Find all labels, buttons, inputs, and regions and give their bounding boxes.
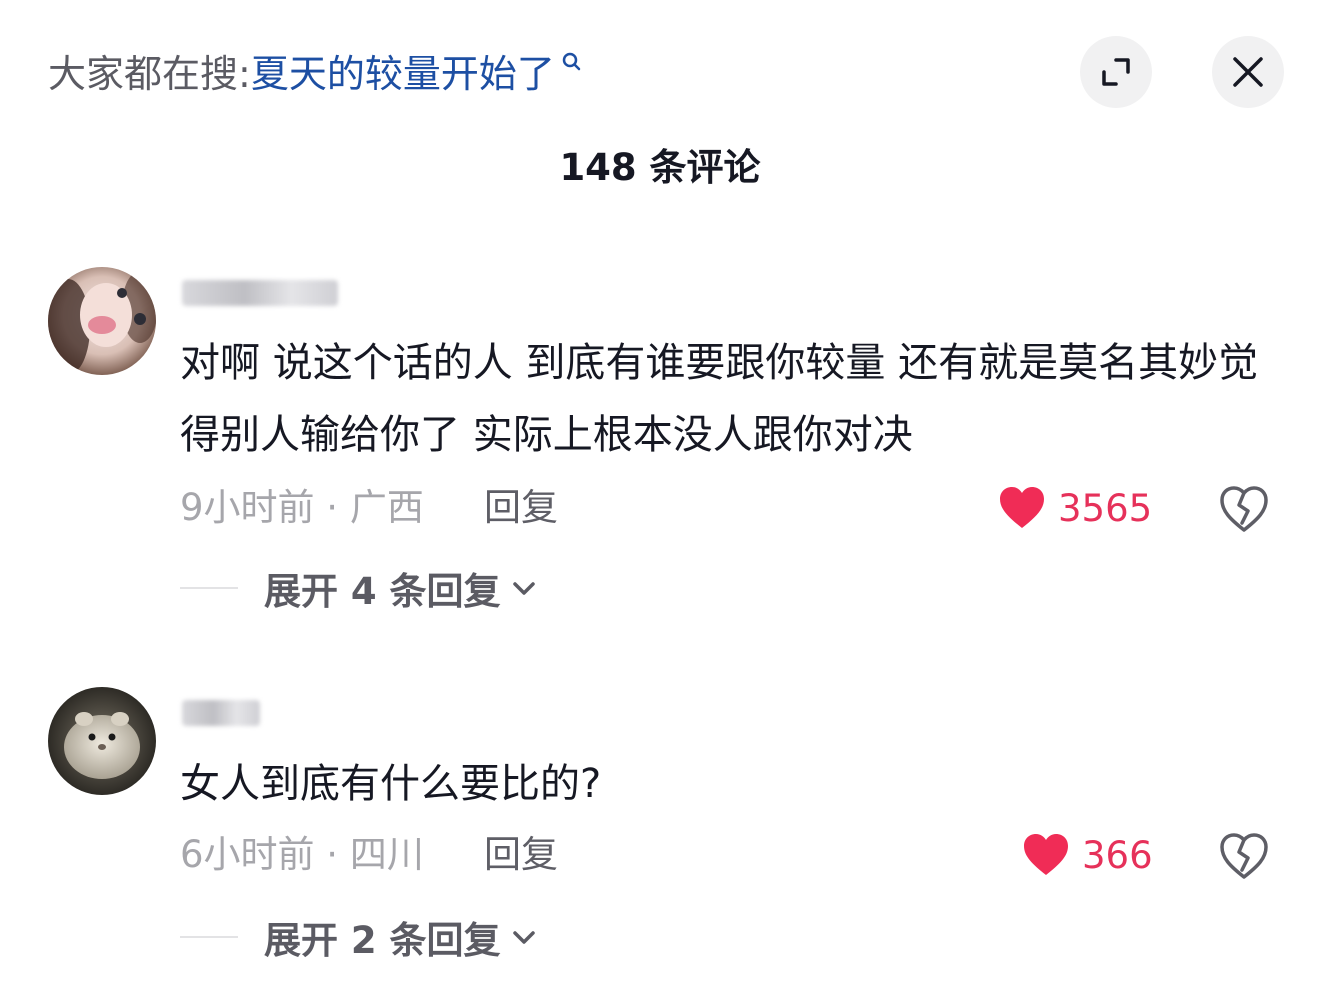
username-redacted	[182, 700, 260, 726]
like-button[interactable]: 366	[1022, 830, 1153, 880]
expand-replies-label: 展开 4 条回复	[264, 570, 501, 613]
avatar[interactable]	[48, 687, 156, 795]
search-suggestion-prefix: 大家都在搜:	[48, 52, 251, 96]
divider-line	[180, 936, 238, 938]
comment-time-location: 6小时前 · 四川	[180, 833, 424, 876]
reply-button[interactable]: 回复	[484, 830, 558, 880]
expand-replies-button[interactable]: 展开 4 条回复	[180, 563, 537, 613]
like-count: 366	[1082, 833, 1153, 877]
comment-count-title: 148 条评论	[559, 146, 761, 189]
expand-icon	[1102, 58, 1130, 86]
like-button[interactable]: 3565	[998, 483, 1152, 533]
close-button[interactable]	[1212, 36, 1284, 108]
username-redacted	[182, 280, 338, 306]
divider-line	[180, 587, 238, 589]
broken-heart-icon[interactable]	[1218, 832, 1270, 880]
comment-text: 对啊 说这个话的人 到底有谁要跟你较量 还有就是莫名其妙觉得别人输给你了 实际上…	[180, 340, 1259, 458]
chevron-down-icon	[512, 931, 535, 944]
heart-icon	[1024, 834, 1068, 875]
top-bar: 大家都在搜: 夏天的较量开始了	[0, 0, 1320, 140]
broken-heart-icon[interactable]	[1218, 485, 1270, 533]
expand-button[interactable]	[1080, 36, 1152, 108]
search-suggestion[interactable]: 大家都在搜: 夏天的较量开始了	[48, 48, 581, 100]
avatar[interactable]	[48, 267, 156, 375]
search-suggestion-query[interactable]: 夏天的较量开始了	[251, 48, 555, 100]
reply-button[interactable]: 回复	[484, 483, 558, 533]
expand-replies-label: 展开 2 条回复	[264, 919, 501, 962]
comment-time-location: 9小时前 · 广西	[180, 486, 424, 529]
expand-replies-button[interactable]: 展开 2 条回复	[180, 912, 537, 962]
close-icon	[1233, 57, 1263, 87]
chevron-down-icon	[512, 582, 535, 595]
magnifier-icon	[562, 52, 581, 71]
heart-icon	[1000, 487, 1044, 528]
like-count: 3565	[1058, 486, 1153, 530]
comment-text: 女人到底有什么要比的?	[180, 761, 602, 807]
